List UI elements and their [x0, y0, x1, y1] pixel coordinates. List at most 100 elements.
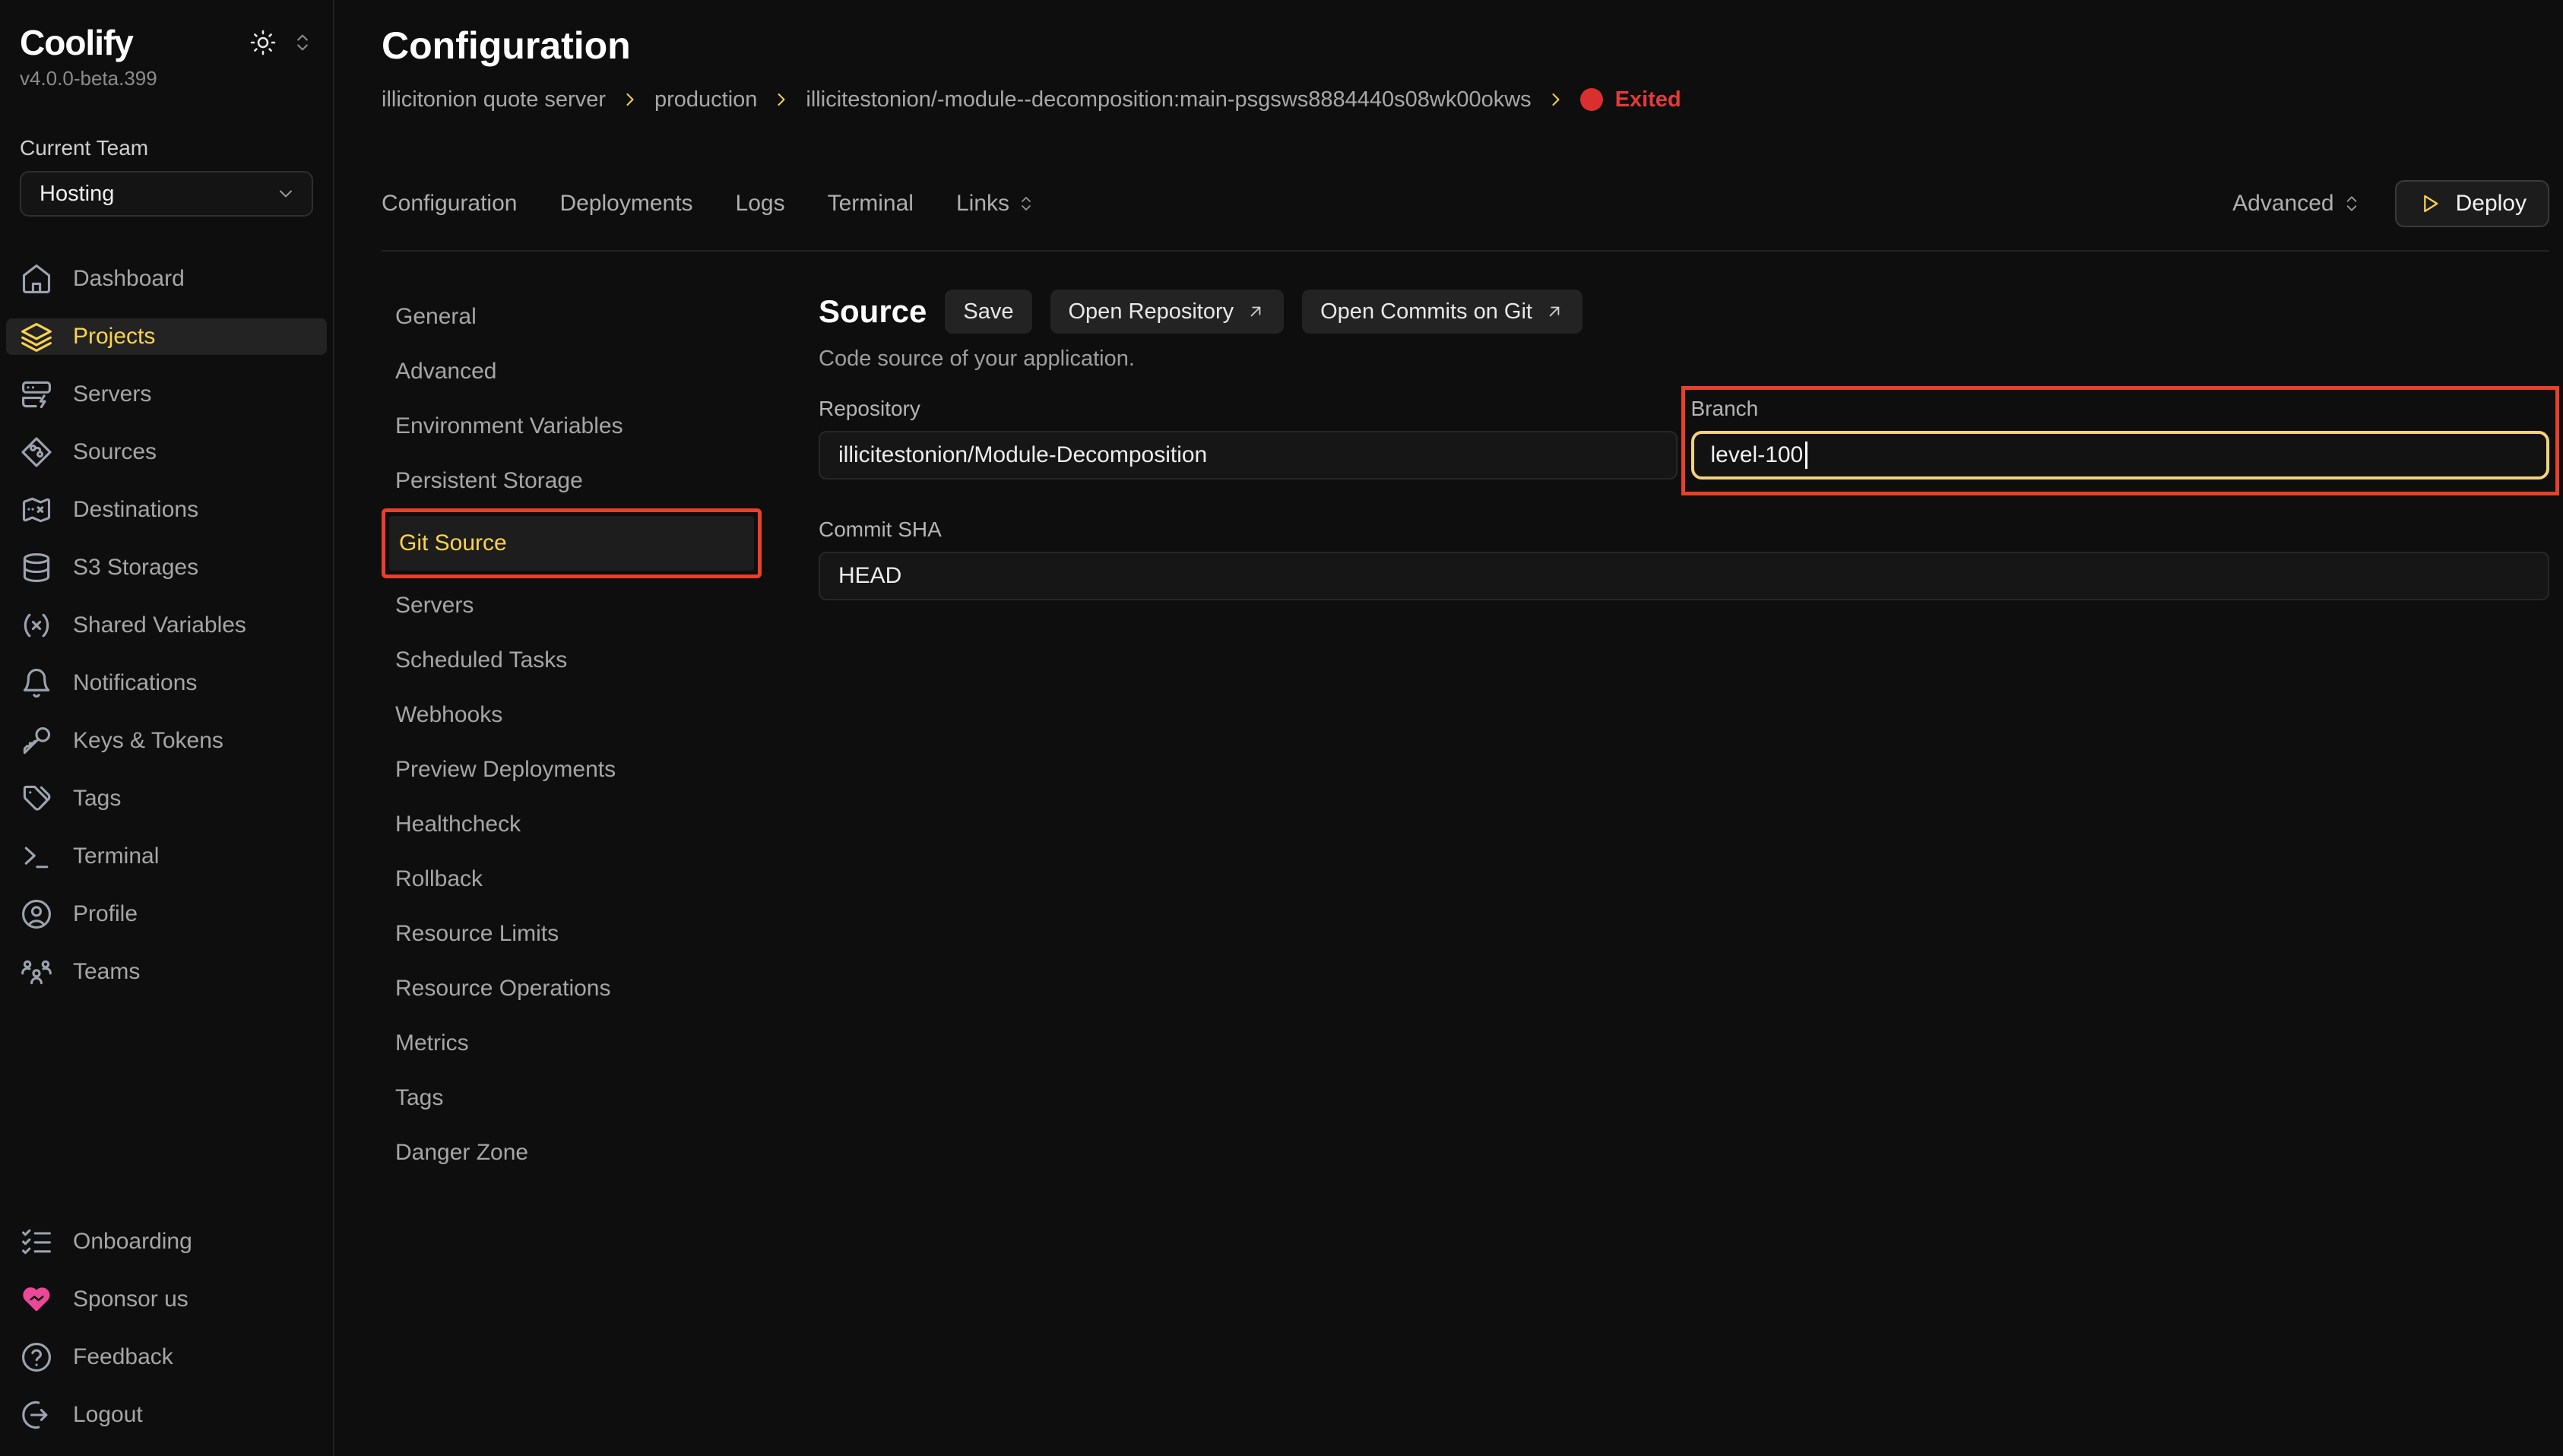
git-source-icon [20, 435, 53, 469]
key-icon [20, 724, 53, 758]
logout-icon [20, 1398, 53, 1432]
commit-sha-input[interactable] [819, 552, 2549, 600]
sidebar-item-onboarding[interactable]: Onboarding [6, 1223, 327, 1260]
tab-configuration[interactable]: Configuration [382, 191, 517, 217]
sidebar-item-teams[interactable]: Teams [6, 954, 327, 990]
variable-icon [20, 609, 53, 642]
advanced-dropdown[interactable]: Advanced [2232, 191, 2361, 217]
status-dot-icon [1580, 88, 1603, 111]
subnav-item-metrics[interactable]: Metrics [382, 1016, 819, 1071]
subnav-item-servers[interactable]: Servers [382, 578, 819, 633]
commit-sha-field: Commit SHA [819, 517, 2549, 600]
theme-sun-icon[interactable] [249, 29, 277, 56]
deploy-button[interactable]: Deploy [2395, 180, 2549, 227]
sidebar-footer-menu: Onboarding Sponsor us Feedback Logout [20, 1213, 313, 1444]
tab-terminal[interactable]: Terminal [828, 191, 914, 217]
main-content: Configuration illicitonion quote server … [334, 0, 2563, 1456]
sidebar-item-projects[interactable]: Projects [6, 318, 327, 355]
sidebar-menu: Dashboard Projects Servers Sources Desti… [20, 250, 313, 1001]
sidebar-header: Coolify [20, 23, 313, 62]
arrow-up-right-icon [1544, 302, 1564, 321]
sidebar-item-destinations[interactable]: Destinations [6, 492, 327, 528]
sidebar-item-label: S3 Storages [73, 555, 198, 581]
chevron-right-icon [1545, 89, 1567, 110]
sidebar-item-profile[interactable]: Profile [6, 896, 327, 932]
subnav-item-webhooks[interactable]: Webhooks [382, 688, 819, 742]
sidebar-item-dashboard[interactable]: Dashboard [6, 261, 327, 297]
breadcrumb-project[interactable]: illicitonion quote server [382, 86, 606, 113]
sidebar-item-shared-variables[interactable]: Shared Variables [6, 607, 327, 644]
sidebar-item-label: Destinations [73, 497, 198, 523]
sidebar-item-sponsor[interactable]: Sponsor us [6, 1281, 327, 1318]
text-caret [1805, 442, 1807, 469]
sidebar-item-label: Sources [73, 439, 157, 465]
play-icon [2418, 191, 2442, 216]
subnav-item-preview-deployments[interactable]: Preview Deployments [382, 742, 819, 797]
database-icon [20, 551, 53, 584]
tab-links[interactable]: Links [956, 191, 1035, 217]
sidebar-item-label: Teams [73, 959, 140, 985]
chevrons-up-down-icon [1017, 195, 1035, 213]
sidebar-item-label: Tags [73, 786, 121, 812]
subnav-item-environment-variables[interactable]: Environment Variables [382, 399, 819, 454]
bell-icon [20, 666, 53, 700]
annotation-box-branch: Branch level-100 [1681, 386, 2560, 495]
checklist-icon [20, 1225, 53, 1258]
tag-icon [20, 782, 53, 815]
sidebar-item-logout[interactable]: Logout [6, 1397, 327, 1433]
tab-deployments[interactable]: Deployments [559, 191, 692, 217]
subnav-item-git-source[interactable]: Git Source [389, 516, 754, 571]
open-commits-button[interactable]: Open Commits on Git [1302, 290, 1582, 334]
sidebar-item-sources[interactable]: Sources [6, 434, 327, 470]
breadcrumb: illicitonion quote server production ill… [382, 86, 2549, 113]
sidebar-item-label: Keys & Tokens [73, 728, 223, 754]
map-icon [20, 493, 53, 527]
breadcrumb-application[interactable]: illicitestonion/-module--decomposition:m… [806, 86, 1531, 113]
sidebar-item-keys-tokens[interactable]: Keys & Tokens [6, 723, 327, 759]
subnav-item-resource-operations[interactable]: Resource Operations [382, 961, 819, 1016]
sidebar-item-label: Onboarding [73, 1229, 192, 1255]
repository-field: Repository [819, 396, 1678, 495]
tabs-right-group: Advanced Deploy [2232, 180, 2549, 227]
sidebar: Coolify v4.0.0-beta.399 Current Team Hos… [0, 0, 334, 1456]
repository-label: Repository [819, 396, 1678, 422]
section-subtitle: Code source of your application. [819, 346, 2549, 372]
sidebar-item-label: Feedback [73, 1344, 173, 1370]
arrow-up-right-icon [1246, 302, 1266, 321]
branch-field: Branch level-100 [1691, 396, 2550, 480]
open-repository-button[interactable]: Open Repository [1050, 290, 1285, 334]
sidebar-item-label: Dashboard [73, 266, 185, 292]
sidebar-item-label: Profile [73, 901, 138, 927]
chevron-right-icon [771, 89, 792, 110]
subnav-item-rollback[interactable]: Rollback [382, 852, 819, 907]
subnav-item-persistent-storage[interactable]: Persistent Storage [382, 454, 819, 508]
team-select[interactable]: Hosting [20, 171, 313, 217]
subnav-item-danger-zone[interactable]: Danger Zone [382, 1125, 819, 1180]
subnav-item-advanced[interactable]: Advanced [382, 344, 819, 399]
collapse-chevrons-icon[interactable] [292, 32, 313, 53]
breadcrumb-environment[interactable]: production [654, 86, 757, 113]
repository-input[interactable] [819, 431, 1678, 480]
subnav-item-general[interactable]: General [382, 290, 819, 344]
sidebar-item-s3-storages[interactable]: S3 Storages [6, 549, 327, 586]
branch-input[interactable]: level-100 [1691, 431, 2550, 480]
sidebar-item-tags[interactable]: Tags [6, 780, 327, 817]
subnav-item-tags[interactable]: Tags [382, 1071, 819, 1125]
help-icon [20, 1340, 53, 1374]
config-subnav: General Advanced Environment Variables P… [382, 290, 819, 1180]
sidebar-item-notifications[interactable]: Notifications [6, 665, 327, 701]
subnav-item-scheduled-tasks[interactable]: Scheduled Tasks [382, 633, 819, 688]
sidebar-item-terminal[interactable]: Terminal [6, 838, 327, 875]
tab-logs[interactable]: Logs [736, 191, 785, 217]
fields-grid: Repository Branch level-100 [819, 396, 2549, 600]
sidebar-item-servers[interactable]: Servers [6, 376, 327, 413]
heart-icon [20, 1283, 53, 1316]
save-button[interactable]: Save [945, 290, 1031, 334]
subnav-item-resource-limits[interactable]: Resource Limits [382, 907, 819, 961]
subnav-item-healthcheck[interactable]: Healthcheck [382, 797, 819, 852]
commit-sha-label: Commit SHA [819, 517, 2549, 543]
annotation-box-git-source: Git Source [382, 508, 762, 578]
layers-icon [20, 320, 53, 353]
brand-title: Coolify [20, 23, 133, 62]
sidebar-item-feedback[interactable]: Feedback [6, 1339, 327, 1375]
